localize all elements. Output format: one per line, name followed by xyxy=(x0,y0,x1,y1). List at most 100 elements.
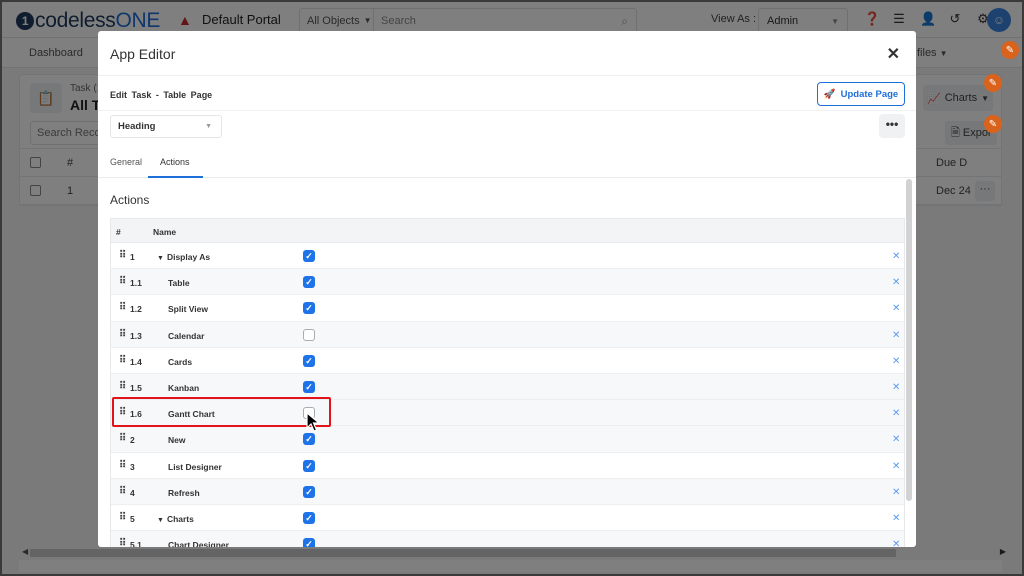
table-row[interactable]: ⠿ 1.4 Cards ✓ ✕ xyxy=(111,348,904,374)
drag-handle-icon[interactable]: ⠿ xyxy=(119,460,126,471)
divider xyxy=(98,110,916,111)
row-name-label: Calendar xyxy=(168,330,205,341)
row-name: Chart Designer xyxy=(168,540,229,547)
row-index: 1.5 xyxy=(130,383,142,393)
row-index: 1.4 xyxy=(130,356,142,367)
row-index: 4 xyxy=(130,487,135,498)
row-index: 5 xyxy=(130,514,135,524)
remove-icon[interactable]: ✕ xyxy=(892,408,900,419)
enabled-checkbox[interactable]: ✓ xyxy=(303,512,315,524)
app-editor-modal: App Editor ✕ Edit Task - Table Page 🚀 Up… xyxy=(98,31,916,547)
row-name-label: Kanban xyxy=(168,383,200,393)
row-name: List Designer xyxy=(168,462,222,472)
row-name[interactable]: ▼ Display As xyxy=(157,252,210,262)
mouse-cursor-icon xyxy=(306,411,321,437)
remove-icon[interactable]: ✕ xyxy=(892,461,900,472)
more-options-button[interactable]: ••• xyxy=(879,114,905,138)
enabled-checkbox[interactable]: ✓ xyxy=(303,459,315,472)
remove-icon[interactable]: ✕ xyxy=(892,539,900,547)
row-name: New xyxy=(168,435,185,445)
remove-icon[interactable]: ✕ xyxy=(892,330,900,341)
drag-handle-icon[interactable]: ⠿ xyxy=(119,434,126,444)
expand-caret-icon[interactable]: ▼ xyxy=(157,517,164,524)
breadcrumb: Edit Task - Table Page xyxy=(110,90,213,100)
tab-general[interactable]: General xyxy=(110,157,142,167)
remove-icon[interactable]: ✕ xyxy=(892,251,900,262)
table-row[interactable]: ⠿ 3 List Designer ✓ ✕ xyxy=(111,453,904,479)
remove-icon[interactable]: ✕ xyxy=(892,356,900,367)
enabled-checkbox[interactable]: ✓ xyxy=(303,302,315,315)
caret-down-icon: ▼ xyxy=(205,123,212,130)
row-name-label: Cards xyxy=(168,356,193,367)
row-name: Calendar xyxy=(168,331,204,341)
enabled-checkbox[interactable]: ✓ xyxy=(303,381,315,393)
enabled-checkbox[interactable]: ✓ xyxy=(303,276,315,289)
table-row[interactable]: ⠿ 1.1 Table ✓ ✕ xyxy=(111,269,904,296)
row-name: Kanban xyxy=(168,383,199,393)
drag-handle-icon[interactable]: ⠿ xyxy=(119,486,126,497)
row-name-label: Refresh xyxy=(168,487,200,498)
remove-icon[interactable]: ✕ xyxy=(892,513,900,524)
column-header-name: Name xyxy=(153,227,177,237)
update-page-button[interactable]: 🚀 Update Page xyxy=(817,82,905,106)
table-row[interactable]: ⠿ 4 Refresh ✓ ✕ xyxy=(111,478,904,505)
table-row[interactable]: ⠿ 1 ▼ Display As ✓ ✕ xyxy=(111,243,904,270)
tab-actions[interactable]: Actions xyxy=(160,157,190,167)
modal-header: App Editor ✕ xyxy=(98,31,916,76)
drag-handle-icon[interactable]: ⠿ xyxy=(119,539,126,547)
row-name-label: Split View xyxy=(168,304,208,315)
row-index: 3 xyxy=(130,461,135,472)
app-window: 1codelessONE ▲ Default Portal All Object… xyxy=(2,2,1022,574)
editor-tabs: General Actions xyxy=(98,149,916,178)
rocket-icon: 🚀 xyxy=(823,88,836,100)
section-select[interactable]: Heading ▼ xyxy=(110,115,222,138)
remove-icon[interactable]: ✕ xyxy=(892,277,900,288)
table-row[interactable]: ⠿ 5.1 Chart Designer ✓ ✕ xyxy=(111,531,904,547)
drag-handle-icon[interactable]: ⠿ xyxy=(119,303,126,313)
actions-table-header: # Name xyxy=(111,219,904,243)
row-name-label: New xyxy=(168,435,186,446)
active-tab-indicator xyxy=(148,176,203,178)
row-index: 1.3 xyxy=(130,330,142,341)
table-row[interactable]: ⠿ 2 New ✓ ✕ xyxy=(111,426,904,453)
highlight-box xyxy=(112,397,331,427)
row-name-label: List Designer xyxy=(168,461,222,472)
edit-pencil-icon[interactable]: ✎ xyxy=(1001,41,1019,59)
column-header-index: # xyxy=(116,227,121,237)
row-name[interactable]: ▼ Charts xyxy=(157,514,194,524)
row-name-label: Charts xyxy=(166,514,194,524)
update-page-label: Update Page xyxy=(840,88,899,100)
remove-icon[interactable]: ✕ xyxy=(892,303,900,314)
enabled-checkbox[interactable]: ✓ xyxy=(303,354,315,367)
enabled-checkbox[interactable]: ✓ xyxy=(303,485,315,498)
enabled-checkbox[interactable]: ✓ xyxy=(303,538,315,547)
table-row[interactable]: ⠿ 5 ▼ Charts ✓ ✕ xyxy=(111,505,904,532)
drag-handle-icon[interactable]: ⠿ xyxy=(119,513,126,523)
row-name-label: Chart Designer xyxy=(168,540,229,547)
actions-table: # Name ⠿ 1 ▼ Display As ✓ ✕ ⠿ 1.1 Table ✓ ✕ ⠿ 1.2 Spl… xyxy=(110,218,905,547)
table-row[interactable]: ⠿ 1.3 Calendar ✕ xyxy=(111,321,904,348)
row-index: 2 xyxy=(130,435,135,446)
row-index: 1.2 xyxy=(130,304,142,315)
vertical-scrollbar[interactable] xyxy=(906,179,912,501)
edit-pencil-icon[interactable]: ✎ xyxy=(984,74,1002,92)
remove-icon[interactable]: ✕ xyxy=(892,434,900,445)
remove-icon[interactable]: ✕ xyxy=(892,382,900,393)
table-row[interactable]: ⠿ 1.2 Split View ✓ ✕ xyxy=(111,295,904,322)
edit-pencil-icon[interactable]: ✎ xyxy=(984,115,1002,133)
expand-caret-icon[interactable]: ▼ xyxy=(157,255,164,262)
drag-handle-icon[interactable]: ⠿ xyxy=(119,251,126,261)
close-icon[interactable]: ✕ xyxy=(887,44,900,64)
drag-handle-icon[interactable]: ⠿ xyxy=(119,382,126,392)
row-name-label: Display As xyxy=(166,252,211,262)
enabled-checkbox[interactable] xyxy=(303,328,315,341)
section-select-value: Heading xyxy=(118,121,156,132)
drag-handle-icon[interactable]: ⠿ xyxy=(119,277,126,287)
section-title: Actions xyxy=(110,193,150,207)
drag-handle-icon[interactable]: ⠿ xyxy=(119,355,126,366)
row-index: 1 xyxy=(130,252,135,262)
drag-handle-icon[interactable]: ⠿ xyxy=(119,329,126,340)
remove-icon[interactable]: ✕ xyxy=(892,487,900,498)
enabled-checkbox[interactable]: ✓ xyxy=(303,250,315,262)
row-name: Split View xyxy=(168,304,208,314)
